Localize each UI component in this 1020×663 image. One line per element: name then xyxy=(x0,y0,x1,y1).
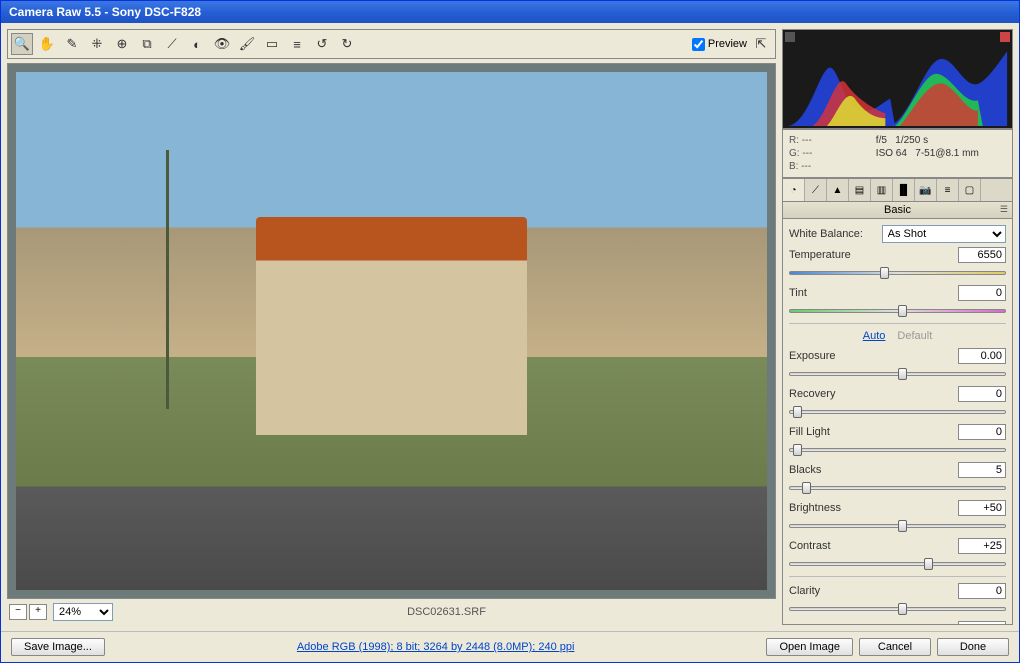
recovery-value[interactable] xyxy=(958,386,1006,402)
info-aperture: f/5 xyxy=(876,135,887,146)
zoom-in-button[interactable]: + xyxy=(29,604,47,620)
filllight-label: Fill Light xyxy=(789,426,958,438)
clarity-value[interactable] xyxy=(958,583,1006,599)
right-panel: R: --- G: --- B: --- f/5 1/250 s ISO 64 … xyxy=(782,23,1019,631)
info-g: G: --- xyxy=(789,147,876,160)
adjust-brush-icon[interactable]: 🖌 xyxy=(236,33,258,55)
rotate-cw-icon[interactable]: ↻ xyxy=(336,33,358,55)
clarity-label: Clarity xyxy=(789,585,958,597)
blacks-value[interactable] xyxy=(958,462,1006,478)
info-iso: ISO 64 xyxy=(876,148,907,159)
tint-value[interactable] xyxy=(958,285,1006,301)
done-button[interactable]: Done xyxy=(937,638,1009,656)
image-canvas xyxy=(16,72,767,590)
shadow-clip-icon[interactable] xyxy=(785,32,795,42)
window-title: Camera Raw 5.5 - Sony DSC-F828 xyxy=(9,5,201,19)
brightness-label: Brightness xyxy=(789,502,958,514)
cancel-button[interactable]: Cancel xyxy=(859,638,931,656)
contrast-label: Contrast xyxy=(789,540,958,552)
tab-lens[interactable]: ▐▌ xyxy=(893,179,915,201)
preview-label: Preview xyxy=(708,38,747,50)
exposure-value[interactable] xyxy=(958,348,1006,364)
rotate-ccw-icon[interactable]: ↺ xyxy=(311,33,333,55)
vibrance-value[interactable] xyxy=(958,621,1006,625)
temperature-value[interactable] xyxy=(958,247,1006,263)
tab-basic[interactable]: ◔ xyxy=(783,179,805,201)
temperature-slider[interactable] xyxy=(789,267,1006,279)
filename-display: DSC02631.SRF xyxy=(119,606,774,618)
straighten-tool-icon[interactable]: ⟋ xyxy=(161,33,183,55)
histogram[interactable] xyxy=(782,29,1013,129)
contrast-slider[interactable] xyxy=(789,558,1006,570)
tab-camera[interactable]: 📷 xyxy=(915,179,937,201)
redeye-tool-icon[interactable]: 👁 xyxy=(211,33,233,55)
wb-select[interactable]: As Shot xyxy=(882,225,1006,243)
recovery-slider[interactable] xyxy=(789,406,1006,418)
clarity-slider[interactable] xyxy=(789,603,1006,615)
filllight-value[interactable] xyxy=(958,424,1006,440)
titlebar[interactable]: Camera Raw 5.5 - Sony DSC-F828 xyxy=(1,1,1019,23)
tint-label: Tint xyxy=(789,287,958,299)
info-b: B: --- xyxy=(789,160,876,173)
brightness-slider[interactable] xyxy=(789,520,1006,532)
auto-link[interactable]: Auto xyxy=(863,330,886,342)
left-panel: 🔍 ✋ ✎ ⁜ ⊕ ⧉ ⟋ ◐ 👁 🖌 ▭ ≡ ↺ ↻ Preview ⇱ xyxy=(1,23,782,631)
content: 🔍 ✋ ✎ ⁜ ⊕ ⧉ ⟋ ◐ 👁 🖌 ▭ ≡ ↺ ↻ Preview ⇱ xyxy=(1,23,1019,631)
info-r: R: --- xyxy=(789,134,876,147)
preview-check-input[interactable] xyxy=(692,38,705,51)
wb-label: White Balance: xyxy=(789,228,882,240)
recovery-label: Recovery xyxy=(789,388,958,400)
tint-slider[interactable] xyxy=(789,305,1006,317)
info-focal: 7-51@8.1 mm xyxy=(915,148,979,159)
vibrance-label: Vibrance xyxy=(789,623,958,625)
tab-split[interactable]: ▥ xyxy=(871,179,893,201)
panel-title: Basic ☰ xyxy=(782,202,1013,219)
image-preview[interactable] xyxy=(7,63,776,599)
tab-snapshots[interactable]: ▢ xyxy=(959,179,981,201)
zoom-tool-icon[interactable]: 🔍 xyxy=(11,33,33,55)
info-readout: R: --- G: --- B: --- f/5 1/250 s ISO 64 … xyxy=(782,129,1013,178)
spot-removal-icon[interactable]: ◐ xyxy=(186,33,208,55)
zoom-bar: − + 24% DSC02631.SRF xyxy=(7,599,776,625)
info-shutter: 1/250 s xyxy=(895,135,928,146)
zoom-select[interactable]: 24% xyxy=(53,603,113,621)
save-image-button[interactable]: Save Image... xyxy=(11,638,105,656)
prefs-icon[interactable]: ≡ xyxy=(286,33,308,55)
exposure-slider[interactable] xyxy=(789,368,1006,380)
tab-hsl[interactable]: ▤ xyxy=(849,179,871,201)
workflow-link[interactable]: Adobe RGB (1998); 8 bit; 3264 by 2448 (8… xyxy=(297,641,575,653)
fullscreen-icon[interactable]: ⇱ xyxy=(750,33,772,55)
zoom-out-button[interactable]: − xyxy=(9,604,27,620)
tab-presets[interactable]: ≡ xyxy=(937,179,959,201)
footer: Save Image... Adobe RGB (1998); 8 bit; 3… xyxy=(1,631,1019,662)
tab-detail[interactable]: ▲ xyxy=(827,179,849,201)
exposure-label: Exposure xyxy=(789,350,958,362)
default-link: Default xyxy=(897,330,932,342)
blacks-label: Blacks xyxy=(789,464,958,476)
highlight-clip-icon[interactable] xyxy=(1000,32,1010,42)
blacks-slider[interactable] xyxy=(789,482,1006,494)
open-image-button[interactable]: Open Image xyxy=(766,638,853,656)
color-sampler-icon[interactable]: ⁜ xyxy=(86,33,108,55)
target-adjust-icon[interactable]: ⊕ xyxy=(111,33,133,55)
wb-tool-icon[interactable]: ✎ xyxy=(61,33,83,55)
crop-tool-icon[interactable]: ⧉ xyxy=(136,33,158,55)
tab-strip: ◔ ⟋ ▲ ▤ ▥ ▐▌ 📷 ≡ ▢ xyxy=(782,178,1013,202)
hand-tool-icon[interactable]: ✋ xyxy=(36,33,58,55)
contrast-value[interactable] xyxy=(958,538,1006,554)
panel-flyout-icon[interactable]: ☰ xyxy=(1000,204,1008,215)
grad-filter-icon[interactable]: ▭ xyxy=(261,33,283,55)
tab-curve[interactable]: ⟋ xyxy=(805,179,827,201)
preview-checkbox[interactable]: Preview xyxy=(692,38,747,51)
brightness-value[interactable] xyxy=(958,500,1006,516)
controls-panel: White Balance: As Shot Temperature Tint … xyxy=(782,219,1013,625)
temperature-label: Temperature xyxy=(789,249,958,261)
toolbar: 🔍 ✋ ✎ ⁜ ⊕ ⧉ ⟋ ◐ 👁 🖌 ▭ ≡ ↺ ↻ Preview ⇱ xyxy=(7,29,776,59)
window: Camera Raw 5.5 - Sony DSC-F828 🔍 ✋ ✎ ⁜ ⊕… xyxy=(0,0,1020,663)
filllight-slider[interactable] xyxy=(789,444,1006,456)
